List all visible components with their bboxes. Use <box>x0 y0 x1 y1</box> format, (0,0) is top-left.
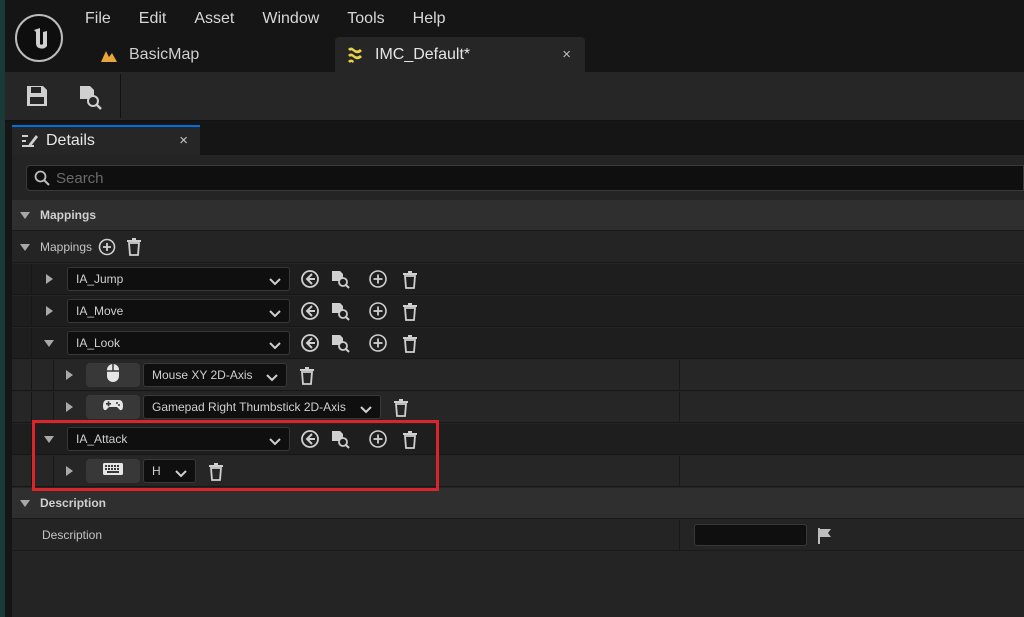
add-mapping-icon[interactable] <box>368 333 388 353</box>
input-action-dropdown[interactable]: IA_Look <box>67 331 290 355</box>
column-separator <box>679 520 680 550</box>
column-separator <box>679 360 680 390</box>
toolbar-separator <box>120 74 121 118</box>
close-icon[interactable]: × <box>179 132 188 149</box>
key-dropdown[interactable]: Mouse XY 2D-Axis <box>143 363 288 387</box>
browse-to-asset-icon[interactable] <box>330 301 350 321</box>
expand-arrow-icon[interactable] <box>46 274 53 284</box>
column-separator <box>679 456 680 486</box>
key-name: Mouse XY 2D-Axis <box>152 368 253 382</box>
expand-arrow-icon[interactable] <box>66 370 73 380</box>
details-tab-label: Details <box>46 132 95 149</box>
browse-to-asset-icon[interactable] <box>330 269 350 289</box>
menu-window[interactable]: Window <box>262 10 333 32</box>
details-icon <box>22 135 38 147</box>
expand-arrow-icon[interactable] <box>46 306 53 316</box>
editor-window: File Edit Asset Window Tools Help BasicM… <box>5 0 1024 617</box>
mapping-row: IA_Look <box>12 328 1024 359</box>
collapse-arrow-icon[interactable] <box>44 340 54 347</box>
category-description[interactable]: Description <box>12 488 1024 519</box>
collapse-arrow-icon[interactable] <box>20 499 30 507</box>
use-selected-asset-icon[interactable] <box>300 269 320 289</box>
browse-asset-icon[interactable] <box>77 84 102 110</box>
mouse-icon <box>106 363 120 388</box>
chevron-down-icon <box>269 307 281 321</box>
delete-icon[interactable] <box>402 303 422 323</box>
tree-guide-line <box>31 392 32 422</box>
expand-arrow-icon[interactable] <box>66 402 73 412</box>
tree-guide-line <box>31 360 32 390</box>
close-icon[interactable]: × <box>562 46 571 63</box>
menu-help[interactable]: Help <box>413 10 460 32</box>
gamepad-icon <box>102 398 124 417</box>
input-mapping-context-icon <box>345 45 365 65</box>
tab-details[interactable]: Details × <box>12 125 200 155</box>
chevron-down-icon <box>269 275 281 289</box>
details-panel: Search Mappings Mappings IA_Jump IA_Move I… <box>12 155 1024 617</box>
key-name: Gamepad Right Thumbstick 2D-Axis <box>152 400 346 414</box>
category-mappings[interactable]: Mappings <box>12 200 1024 231</box>
delete-all-icon[interactable] <box>126 238 142 256</box>
description-field[interactable] <box>694 524 807 546</box>
tree-guide-line <box>31 264 32 294</box>
mappings-array-label: Mappings <box>40 240 93 254</box>
tree-guide-line <box>53 392 54 422</box>
tree-guide-line <box>53 360 54 390</box>
input-action-name: IA_Look <box>76 336 121 350</box>
chevron-down-icon <box>269 339 281 353</box>
use-selected-asset-icon[interactable] <box>300 333 320 353</box>
use-selected-asset-icon[interactable] <box>300 301 320 321</box>
localization-flag-icon[interactable] <box>817 528 833 544</box>
chevron-down-icon <box>360 403 372 417</box>
unreal-logo-icon[interactable] <box>15 14 63 62</box>
collapse-arrow-icon[interactable] <box>20 243 30 251</box>
key-mapping-row: Gamepad Right Thumbstick 2D-Axis <box>12 392 1024 423</box>
menu-asset[interactable]: Asset <box>194 10 248 32</box>
mapping-row: IA_Jump <box>12 264 1024 295</box>
add-mapping-icon[interactable] <box>368 301 388 321</box>
description-row: Description <box>12 520 1024 551</box>
menu-bar: File Edit Asset Window Tools Help <box>85 10 474 32</box>
mappings-array-row: Mappings <box>12 232 1024 263</box>
category-description-label: Description <box>40 496 107 510</box>
tab-basicmap[interactable]: BasicMap <box>89 37 329 72</box>
tab-imc-default[interactable]: IMC_Default* × <box>335 37 585 72</box>
description-label: Description <box>42 528 103 542</box>
add-mapping-icon[interactable] <box>368 269 388 289</box>
category-mappings-label: Mappings <box>40 208 96 222</box>
search-icon <box>34 170 50 186</box>
delete-icon[interactable] <box>393 399 413 419</box>
key-mapping-row: Mouse XY 2D-Axis <box>12 360 1024 391</box>
input-action-name: IA_Jump <box>76 272 124 286</box>
menu-tools[interactable]: Tools <box>347 10 398 32</box>
key-selector-button[interactable] <box>86 363 140 387</box>
menu-file[interactable]: File <box>85 10 125 32</box>
chevron-down-icon <box>266 371 279 385</box>
input-action-name: IA_Move <box>76 304 124 318</box>
key-selector-button[interactable] <box>86 395 140 419</box>
collapse-arrow-icon[interactable] <box>20 211 30 219</box>
menu-edit[interactable]: Edit <box>139 10 181 32</box>
toolbar <box>5 72 1024 121</box>
search-placeholder: Search <box>56 169 104 187</box>
mapping-row: IA_Move <box>12 296 1024 327</box>
search-input[interactable]: Search <box>26 165 1024 191</box>
input-action-dropdown[interactable]: IA_Jump <box>67 267 290 291</box>
input-action-dropdown[interactable]: IA_Move <box>67 299 290 323</box>
delete-icon[interactable] <box>402 335 422 355</box>
browse-to-asset-icon[interactable] <box>330 333 350 353</box>
title-bar: File Edit Asset Window Tools Help BasicM… <box>5 0 1024 72</box>
tab-imc-default-label: IMC_Default* <box>375 45 471 63</box>
save-icon[interactable] <box>25 84 49 108</box>
column-separator <box>679 392 680 422</box>
key-dropdown[interactable]: Gamepad Right Thumbstick 2D-Axis <box>143 395 381 419</box>
delete-icon[interactable] <box>402 271 422 291</box>
tree-guide-line <box>31 296 32 326</box>
delete-icon[interactable] <box>299 367 319 387</box>
highlight-box <box>32 420 439 491</box>
tree-guide-line <box>31 328 32 358</box>
tab-basicmap-label: BasicMap <box>129 45 200 63</box>
level-map-icon <box>99 45 119 65</box>
add-element-icon[interactable] <box>98 238 116 256</box>
